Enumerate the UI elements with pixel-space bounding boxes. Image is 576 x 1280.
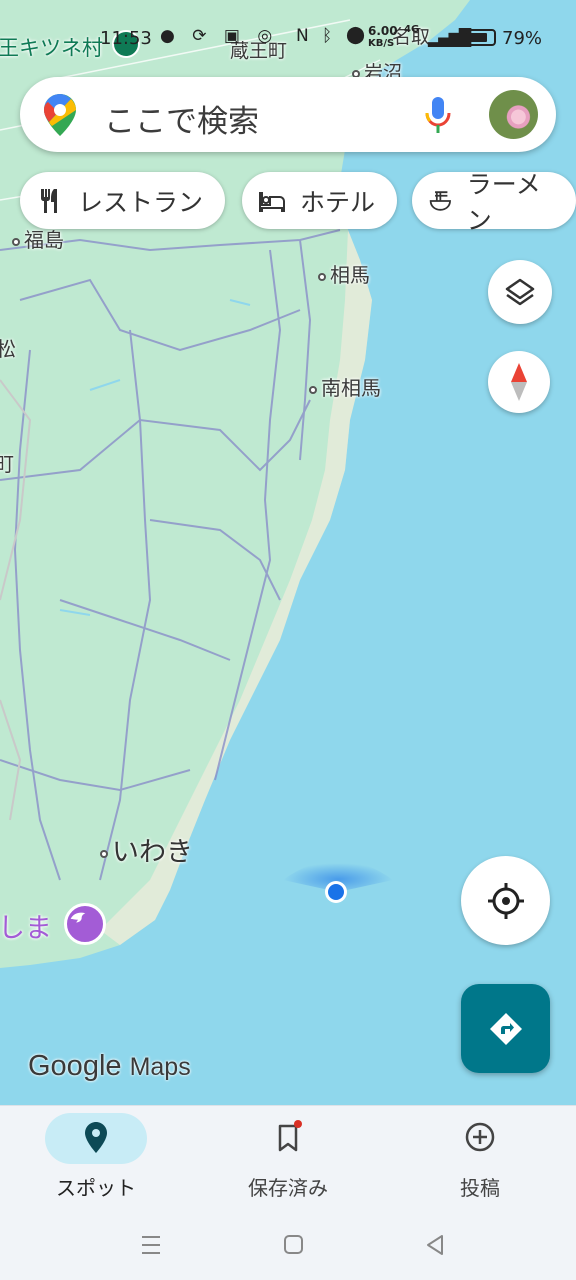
nav-spots[interactable]: スポット [0,1106,192,1216]
crosshair-icon [487,882,524,919]
map-label-edge-machi: 町 [0,452,14,476]
network-speed: 6.00 KB/S [368,24,398,49]
search-input[interactable]: ここで検索 [104,96,259,141]
map-label-minamisoma[interactable]: 南相馬 [309,372,381,401]
chip-label: ホテル [300,187,376,217]
restaurant-icon [41,188,57,213]
menu-icon[interactable] [140,1233,162,1257]
nav-label: 投稿 [460,1176,500,1200]
battery-percent: 79% [502,28,543,49]
layers-button[interactable] [488,260,552,324]
status-time: 11:53 [100,28,152,49]
search-bar[interactable]: ここで検索 [20,77,556,152]
home-icon[interactable] [283,1233,305,1257]
chip-label: レストラン [78,187,204,217]
add-circle-icon [465,1122,495,1152]
google-maps-logo: Google Maps [28,1050,191,1082]
nav-label: 保存済み [248,1176,328,1200]
directions-icon [489,1012,522,1045]
location-pin-icon [85,1122,107,1153]
network-type: 4G [404,24,420,35]
compass-button[interactable] [488,351,550,413]
my-location-button[interactable] [461,856,550,945]
maps-pin-icon [44,94,76,140]
layers-icon [505,278,535,306]
map-label-soma[interactable]: 相馬 [318,259,370,288]
chip-ramen[interactable]: ラーメン [412,170,576,235]
status-notification-icons: ● ⟳ ▣ ◎ [160,26,279,46]
bluetooth-icon: ᛒ [322,26,333,46]
hotel-icon [259,191,285,212]
back-icon[interactable] [424,1233,446,1257]
ramen-icon [429,190,451,211]
location-status-icon: ⬤ [346,25,366,45]
map-label-aquamarine[interactable]: しま [0,906,52,945]
nfc-icon: N [296,26,309,46]
directions-button[interactable] [461,984,550,1073]
status-bar: 11:53 ● ⟳ ▣ ◎ N ᛒ ⬤ 6.00 KB/S 4G ▂▄▆█ 79% [0,24,576,58]
my-location-indicator [283,850,393,920]
mic-icon[interactable] [424,95,452,139]
aquarium-marker-icon[interactable] [64,903,106,945]
system-navigation-bar [0,1215,576,1280]
chip-restaurant[interactable]: レストラン [20,172,226,229]
compass-icon [511,363,527,401]
battery-icon [462,29,496,46]
bookmark-icon [278,1120,302,1152]
bottom-navigation: スポット 保存済み 投稿 [0,1105,576,1215]
chip-label: ラーメン [466,169,541,235]
nav-saved[interactable]: 保存済み [192,1106,384,1216]
map-label-edge-matsu: 松 [0,337,16,361]
map-label-iwaki[interactable]: いわき [100,830,193,869]
nav-label: スポット [56,1176,136,1200]
nav-contribute[interactable]: 投稿 [384,1106,576,1216]
chip-hotel[interactable]: ホテル [242,172,398,229]
avatar[interactable] [489,90,538,139]
